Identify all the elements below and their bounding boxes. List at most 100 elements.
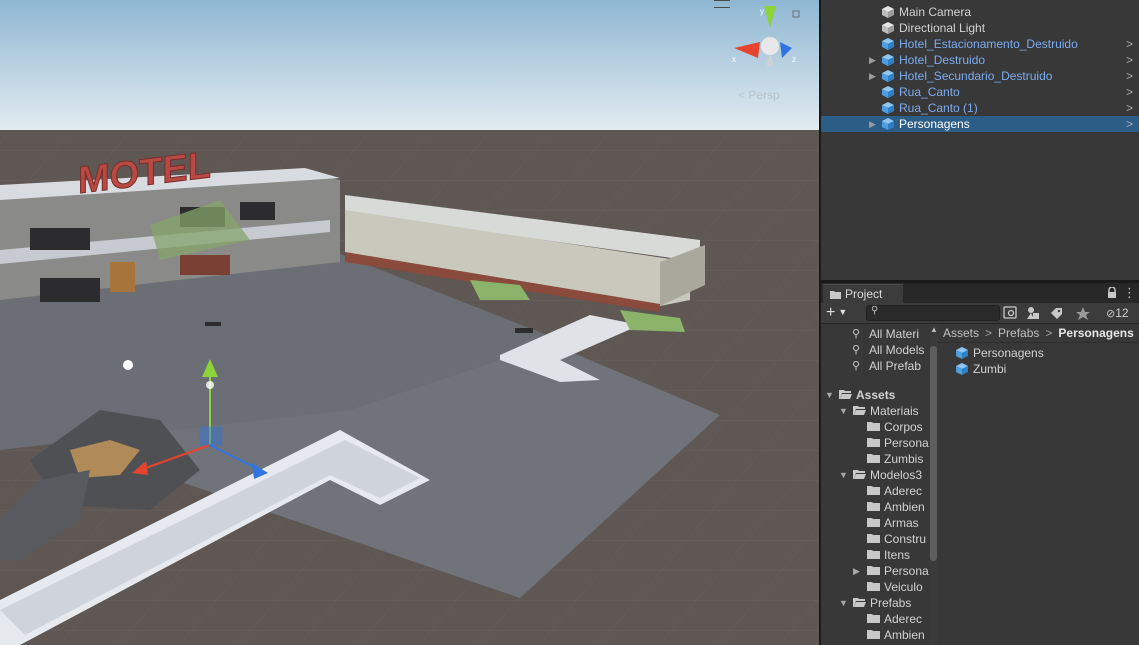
folder-label: Ambien [884, 500, 925, 514]
lock-icon[interactable] [1107, 287, 1117, 299]
folder-tree-item[interactable]: ▼ Prefabs [821, 595, 929, 611]
open-prefab-chevron-icon[interactable]: > [1126, 68, 1133, 84]
scene-menu-icon[interactable] [714, 0, 730, 8]
hierarchy-item[interactable]: ▶ Hotel_Secundario_Destruido > [821, 68, 1139, 84]
breadcrumb-item[interactable]: Assets [943, 326, 979, 340]
folder-tree-item[interactable]: Veiculo [821, 579, 929, 595]
folder-icon [867, 486, 880, 495]
expanded-arrow-icon[interactable]: ▼ [825, 387, 834, 403]
motel-window [30, 228, 90, 250]
scene-view[interactable]: MOTEL y x z < Persp [0, 0, 819, 645]
x-axis-handle[interactable] [139, 444, 211, 471]
open-prefab-chevron-icon[interactable]: > [1126, 100, 1133, 116]
breadcrumb-item[interactable]: Prefabs [998, 326, 1039, 340]
z-axis-arrow-icon[interactable] [252, 463, 268, 479]
hierarchy-item[interactable]: Main Camera [821, 4, 1139, 20]
folder-tree-item[interactable]: Corpos [821, 419, 929, 435]
motel-door [110, 262, 135, 292]
open-prefab-chevron-icon[interactable]: > [1126, 52, 1133, 68]
folder-icon [867, 518, 880, 527]
tree-scrollbar[interactable]: ▲ [929, 324, 938, 645]
filter-by-label-icon[interactable] [1047, 305, 1067, 321]
hierarchy-item[interactable]: ▶ Hotel_Destruido > [821, 52, 1139, 68]
x-axis-arrow-icon[interactable] [132, 461, 148, 475]
expand-arrow-icon[interactable]: ▶ [869, 52, 879, 68]
gameobject-icon [882, 22, 894, 34]
folder-icon [867, 454, 880, 463]
breadcrumb-item[interactable]: Personagens [1058, 326, 1133, 340]
scrollbar-thumb[interactable] [930, 346, 937, 561]
folder-label: Corpos [884, 420, 923, 434]
folder-tree-item[interactable]: Aderec [821, 611, 929, 627]
gizmo-z-label: z [792, 55, 796, 64]
favorite-item[interactable]: ⚲ All Prefab [821, 358, 929, 374]
open-prefab-chevron-icon[interactable]: > [1126, 84, 1133, 100]
hierarchy-item[interactable]: Rua_Canto > [821, 84, 1139, 100]
hierarchy-item[interactable]: ▶ Personagens > [821, 116, 1139, 132]
hierarchy-item-label: Main Camera [899, 5, 972, 19]
perspective-label[interactable]: < Persp [738, 88, 780, 102]
folder-tree-item[interactable]: Constru [821, 531, 929, 547]
folder-label: Constru [884, 532, 927, 546]
expanded-arrow-icon[interactable]: ▼ [839, 467, 848, 483]
folder-tree-item[interactable]: ▼ Modelos3 [821, 467, 929, 483]
y-axis-arrow-icon[interactable] [202, 359, 218, 377]
favorite-label: All Prefab [869, 359, 922, 373]
folder-tree-item[interactable]: Aderec [821, 483, 929, 499]
hierarchy-item-label: Hotel_Estacionamento_Destruido [899, 37, 1078, 51]
folder-icon [867, 502, 880, 511]
open-prefab-chevron-icon[interactable]: > [1126, 36, 1133, 52]
transform-gizmo[interactable] [120, 355, 280, 485]
folder-tree-item[interactable]: ▼ Materiais [821, 403, 929, 419]
gizmo-y-cone[interactable] [764, 6, 776, 28]
orientation-gizmo[interactable]: y x z [730, 2, 810, 78]
breadcrumb-divider [938, 342, 1139, 343]
folder-tree-item[interactable]: ▼ Assets [821, 387, 929, 403]
gizmo-x-cone[interactable] [734, 42, 760, 58]
create-button[interactable]: + ▼ [826, 304, 854, 322]
expand-arrow-icon[interactable]: ▶ [869, 116, 879, 132]
folder-icon [867, 438, 880, 447]
open-prefab-chevron-icon[interactable]: > [1126, 116, 1133, 132]
hierarchy-item[interactable]: Directional Light [821, 20, 1139, 36]
folder-label: Aderec [884, 612, 923, 626]
hierarchy-item[interactable]: Rua_Canto (1) > [821, 100, 1139, 116]
folder-tree-item[interactable]: Armas [821, 515, 929, 531]
favorite-item[interactable]: ⚲ All Materi [821, 326, 929, 342]
favorite-item[interactable]: ⚲ All Models [821, 342, 929, 358]
folder-tree-item[interactable]: Persona [821, 435, 929, 451]
hierarchy-item[interactable]: Hotel_Estacionamento_Destruido > [821, 36, 1139, 52]
kebab-menu-icon[interactable]: ⋮ [1123, 286, 1136, 300]
folder-label: Armas [884, 516, 919, 530]
gizmo-neg-y-cone[interactable] [766, 54, 774, 66]
folder-label: Persona [884, 436, 929, 450]
folder-tree-item[interactable]: Ambien [821, 627, 929, 643]
search-by-type-icon[interactable] [1001, 305, 1021, 321]
favorite-star-icon[interactable] [1073, 305, 1093, 321]
scene-canvas[interactable]: MOTEL [0, 0, 819, 645]
gizmo-lock-icon[interactable] [792, 10, 800, 18]
collapsed-arrow-icon[interactable]: ▶ [853, 563, 860, 579]
hierarchy-item-label: Hotel_Secundario_Destruido [899, 69, 1053, 83]
scroll-up-icon[interactable]: ▲ [930, 326, 938, 334]
search-input[interactable]: ⚲ [866, 305, 1000, 321]
expanded-arrow-icon[interactable]: ▼ [839, 595, 848, 611]
prefab-icon [882, 102, 894, 114]
folder-icon [867, 534, 880, 543]
folder-tree-item[interactable]: Itens [821, 547, 929, 563]
gameobject-icon [882, 6, 894, 18]
tab-project[interactable]: Project [823, 284, 903, 304]
folder-tree-item[interactable]: Ambien [821, 499, 929, 515]
hidden-packages-toggle[interactable]: ⊘12 [1106, 305, 1138, 321]
project-tab-bar: Project ⋮ [821, 283, 1139, 304]
expand-arrow-icon[interactable]: ▶ [869, 68, 879, 84]
folder-tree-item[interactable]: Zumbis [821, 451, 929, 467]
gizmo-z-cone[interactable] [780, 42, 792, 58]
gizmo-center[interactable] [761, 37, 779, 55]
breadcrumb-separator: > [1045, 326, 1053, 340]
expanded-arrow-icon[interactable]: ▼ [839, 403, 848, 419]
xy-plane-handle[interactable] [199, 426, 223, 446]
filter-by-type-icon[interactable] [1024, 305, 1044, 321]
prefab-icon [956, 363, 968, 375]
folder-tree-item[interactable]: ▶ Persona [821, 563, 929, 579]
